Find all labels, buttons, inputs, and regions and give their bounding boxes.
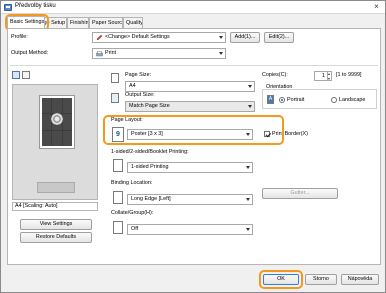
poster-tile	[62, 98, 72, 114]
tab-finishing[interactable]: Finishing	[67, 17, 89, 28]
preview-toolbar	[37, 182, 75, 193]
print-border-label: Print Border(X)	[272, 131, 308, 137]
view-settings-button[interactable]: View Settings	[20, 219, 92, 230]
page-preview	[12, 84, 98, 200]
pencil-icon	[96, 34, 103, 41]
output-size-select[interactable]: Match Page Size	[125, 101, 255, 112]
print-border-checkbox[interactable]	[264, 131, 270, 137]
portrait-a-icon: A	[267, 95, 274, 104]
add-profile-button[interactable]: Add(1)...	[230, 32, 260, 43]
portrait-label: Portrait	[287, 97, 305, 103]
poster-layout-icon: 9	[112, 127, 124, 142]
gutter-button[interactable]: Gutter...	[262, 188, 338, 199]
printing-select[interactable]: 1-sided Printing	[127, 162, 253, 173]
chevron-down-icon	[246, 166, 250, 169]
page-size-label: Page Size:	[125, 72, 152, 78]
tab-page-setup[interactable]: Page Setup	[44, 17, 67, 28]
page-layout-select[interactable]: Poster [3 x 3]	[127, 129, 253, 140]
tab-basic-settings[interactable]: Basic Settings	[7, 16, 45, 28]
help-button[interactable]: Nápověda	[341, 274, 379, 285]
chevron-down-icon	[219, 52, 223, 55]
copies-stepper[interactable]: 1	[314, 71, 332, 81]
preview-status: A4 [Scaling: Auto]	[12, 202, 98, 211]
page-size-value: A4	[129, 83, 136, 89]
chevron-down-icon	[246, 198, 250, 201]
output-method-label: Output Method:	[11, 50, 49, 56]
window-title: Předvolby tisku	[15, 3, 56, 9]
edit-profile-button[interactable]: Edit(2)...	[264, 32, 294, 43]
chevron-down-icon	[219, 36, 223, 39]
chevron-down-icon	[248, 85, 252, 88]
binding-select[interactable]: Long Edge [Left]	[127, 194, 253, 205]
ok-button[interactable]: OK	[263, 274, 299, 285]
poster-tile	[62, 130, 72, 146]
chevron-down-icon	[246, 228, 250, 231]
landscape-radio[interactable]	[331, 97, 337, 103]
title-bar: Předvolby tisku ×	[1, 1, 385, 14]
one-sided-icon	[113, 159, 123, 172]
poster-tile	[42, 130, 52, 146]
collate-select[interactable]: Off	[127, 224, 253, 235]
binding-label: Binding Location:	[111, 180, 153, 186]
flower-image	[48, 110, 66, 128]
profile-value: <Change> Default Settings	[105, 34, 170, 40]
poster-tile	[42, 98, 52, 114]
poster-tile	[52, 130, 62, 146]
page-size-select[interactable]: A4	[125, 81, 255, 92]
cancel-button[interactable]: Storno	[305, 274, 337, 285]
output-size-icon	[111, 93, 119, 103]
copies-range: [1 to 9999]	[336, 72, 362, 78]
separator	[10, 65, 378, 66]
binding-value: Long Edge [Left]	[131, 196, 171, 202]
output-size-value: Match Page Size	[129, 103, 170, 109]
printer-icon	[4, 4, 12, 11]
page-size-icon	[111, 73, 119, 83]
tab-page-setup-label: Page Setup	[44, 20, 66, 26]
print-preferences-window: Předvolby tisku × Basic Settings Page Se…	[0, 0, 386, 293]
paper-preview-icon[interactable]	[12, 71, 20, 79]
printer-preview-icon[interactable]	[22, 71, 30, 79]
spin-arrows-icon[interactable]	[327, 72, 331, 80]
page-layout-value: Poster [3 x 3]	[131, 131, 163, 137]
basic-settings-panel: Profile: <Change> Default Settings Add(1…	[7, 28, 381, 265]
chevron-down-icon	[246, 133, 250, 136]
portrait-radio[interactable]	[279, 97, 285, 103]
chevron-down-icon	[248, 105, 252, 108]
tab-paper-source[interactable]: Paper Source	[89, 17, 123, 28]
printing-value: 1-sided Printing	[131, 164, 169, 170]
poster-preview-page	[39, 95, 75, 149]
output-size-label: Output Size:	[125, 92, 155, 98]
collate-value: Off	[131, 226, 139, 232]
landscape-label: Landscape	[339, 97, 366, 103]
close-button[interactable]: ×	[371, 2, 382, 12]
restore-defaults-button[interactable]: Restore Defaults	[20, 232, 92, 243]
copies-label: Copies(C):	[262, 72, 288, 78]
copies-value: 1	[322, 73, 325, 79]
output-method-value: Print	[105, 50, 117, 56]
profile-label: Profile:	[11, 34, 28, 40]
tab-quality[interactable]: Quality	[123, 17, 143, 28]
output-method-select[interactable]: Print	[92, 48, 226, 59]
profile-select[interactable]: <Change> Default Settings	[92, 32, 226, 43]
page-layout-label: Page Layout:	[111, 117, 143, 123]
collate-icon	[113, 221, 123, 234]
printer-icon	[96, 50, 103, 56]
printing-label: 1-sided/2-sided/Booklet Printing:	[111, 149, 189, 155]
binding-icon	[113, 191, 123, 204]
collate-label: Collate/Group(H):	[111, 210, 154, 216]
